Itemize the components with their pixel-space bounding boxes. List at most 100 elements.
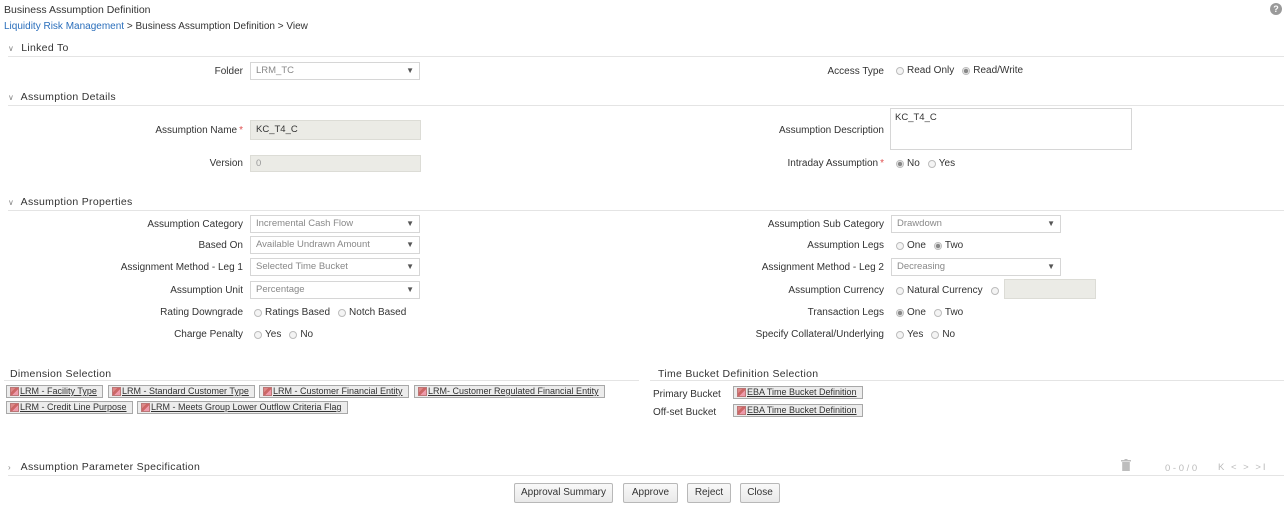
chevron-down-icon: ∨ [8,198,15,207]
assumption-currency-label: Assumption Currency [788,285,884,296]
legs-one-label: One [907,240,926,251]
primary-bucket-chip[interactable]: EBA Time Bucket Definition [733,386,863,399]
legs-two-option[interactable]: Two [933,240,963,251]
primary-bucket-label: Primary Bucket [653,389,721,400]
access-read-only-label: Read Only [907,65,955,76]
dimension-chip[interactable]: LRM - Meets Group Lower Outflow Criteria… [137,401,348,414]
section-assumption-properties[interactable]: ∨ Assumption Properties [8,196,1284,211]
currency-natural-label: Natural Currency [907,285,983,296]
dimension-icon [10,403,19,412]
section-linked-to[interactable]: ∨ Linked To [8,42,1284,57]
currency-natural-option[interactable]: Natural Currency [896,285,983,296]
access-read-write-option[interactable]: Read/Write [962,65,1023,76]
breadcrumb-rest: > Business Assumption Definition > View [124,21,308,32]
based-on-label: Based On [198,240,243,251]
folder-select[interactable]: LRM_TC ▼ [250,62,420,80]
notch-based-option[interactable]: Notch Based [338,307,406,318]
transaction-two-label: Two [944,307,964,318]
ratings-based-label: Ratings Based [265,307,331,318]
time-bucket-icon [737,388,746,397]
offset-bucket-label: Off-set Bucket [653,407,717,418]
reject-button[interactable]: Reject [687,483,731,503]
penalty-yes-option[interactable]: Yes [254,329,281,340]
dimension-icon [10,387,19,396]
method-leg2-select[interactable]: Decreasing ▼ [891,258,1061,276]
penalty-no-option[interactable]: No [289,329,313,340]
assumption-sub-category-label: Assumption Sub Category [767,219,884,230]
dimension-chip[interactable]: LRM- Customer Regulated Financial Entity [414,385,605,398]
section-linked-to-title: Linked To [21,42,69,54]
method-leg2-label: Assignment Method - Leg 2 [761,262,884,273]
assumption-sub-category-select[interactable]: Drawdown ▼ [891,215,1061,233]
assumption-currency-radios: Natural Currency [896,285,1010,296]
notch-based-label: Notch Based [349,307,407,318]
radio-icon [896,241,904,250]
folder-label: Folder [214,66,243,77]
currency-field[interactable] [1004,279,1096,299]
dropdown-arrow-icon: ▼ [406,240,414,249]
version-field[interactable]: 0 [250,155,421,172]
chevron-down-icon: ∨ [8,93,15,102]
assumption-name-field[interactable]: KC_T4_C [250,120,421,140]
collateral-no-label: No [942,329,956,340]
time-bucket-icon [737,406,746,415]
approve-button[interactable]: Approve [623,483,678,503]
transaction-two-option[interactable]: Two [933,307,964,318]
assumption-unit-value: Percentage [256,284,305,295]
help-icon[interactable]: ? [1270,3,1282,15]
chevron-right-icon: › [8,463,11,472]
breadcrumb-link-lrm[interactable]: Liquidity Risk Management [4,21,124,32]
based-on-select[interactable]: Available Undrawn Amount ▼ [250,236,420,254]
dropdown-arrow-icon: ▼ [406,285,414,294]
pager-nav-icons[interactable]: K < > >I [1218,462,1268,473]
collateral-yes-option[interactable]: Yes [896,329,923,340]
offset-bucket-chip[interactable]: EBA Time Bucket Definition [733,404,863,417]
required-marker: * [239,125,243,136]
section-parameter-spec[interactable]: › Assumption Parameter Specification [8,461,1284,476]
access-read-only-option[interactable]: Read Only [896,65,954,76]
intraday-yes-option[interactable]: Yes [927,158,955,169]
collateral-no-option[interactable]: No [931,329,955,340]
method-leg1-value: Selected Time Bucket [256,261,348,272]
penalty-yes-label: Yes [265,329,282,340]
assumption-category-select[interactable]: Incremental Cash Flow ▼ [250,215,420,233]
dimension-chip[interactable]: LRM - Customer Financial Entity [259,385,409,398]
based-on-value: Available Undrawn Amount [256,239,370,250]
dimension-chip[interactable]: LRM - Credit Line Purpose [6,401,133,414]
dimension-chip[interactable]: LRM - Standard Customer Type [108,385,255,398]
section-assumption-properties-title: Assumption Properties [20,196,133,208]
currency-other-option[interactable] [990,286,1002,295]
dimension-icon [141,403,150,412]
section-assumption-details[interactable]: ∨ Assumption Details [8,91,1284,106]
trash-icon[interactable] [1121,459,1131,471]
dimension-icon [263,387,272,396]
assumption-description-field[interactable]: KC_T4_C [890,108,1132,150]
assumption-unit-label: Assumption Unit [170,285,243,296]
assumption-legs-radios: One Two [896,240,971,251]
chevron-down-icon: ∨ [8,44,15,53]
method-leg1-select[interactable]: Selected Time Bucket ▼ [250,258,420,276]
access-type-label: Access Type [827,66,884,77]
radio-icon [254,330,262,339]
close-button[interactable]: Close [740,483,780,503]
radio-icon [896,66,904,75]
intraday-no-option[interactable]: No [896,158,920,169]
dimension-chip-label: LRM- Customer Regulated Financial Entity [428,386,599,396]
folder-value: LRM_TC [256,65,295,76]
intraday-label-text: Intraday Assumption [787,158,879,169]
dimension-selection-title: Dimension Selection [10,368,112,380]
assumption-unit-select[interactable]: Percentage ▼ [250,281,420,299]
dimension-divider [4,380,639,381]
dimension-chip[interactable]: LRM - Facility Type [6,385,103,398]
radio-icon [927,159,936,168]
section-assumption-details-title: Assumption Details [20,91,116,103]
rating-downgrade-label: Rating Downgrade [160,307,243,318]
ratings-based-option[interactable]: Ratings Based [254,307,330,318]
legs-one-option[interactable]: One [896,240,926,251]
approval-summary-button[interactable]: Approval Summary [514,483,613,503]
transaction-one-option[interactable]: One [896,307,926,318]
collateral-radios: Yes No [896,329,963,340]
penalty-no-label: No [300,329,314,340]
offset-bucket-value: EBA Time Bucket Definition [747,405,857,415]
time-bucket-divider [650,380,1284,381]
